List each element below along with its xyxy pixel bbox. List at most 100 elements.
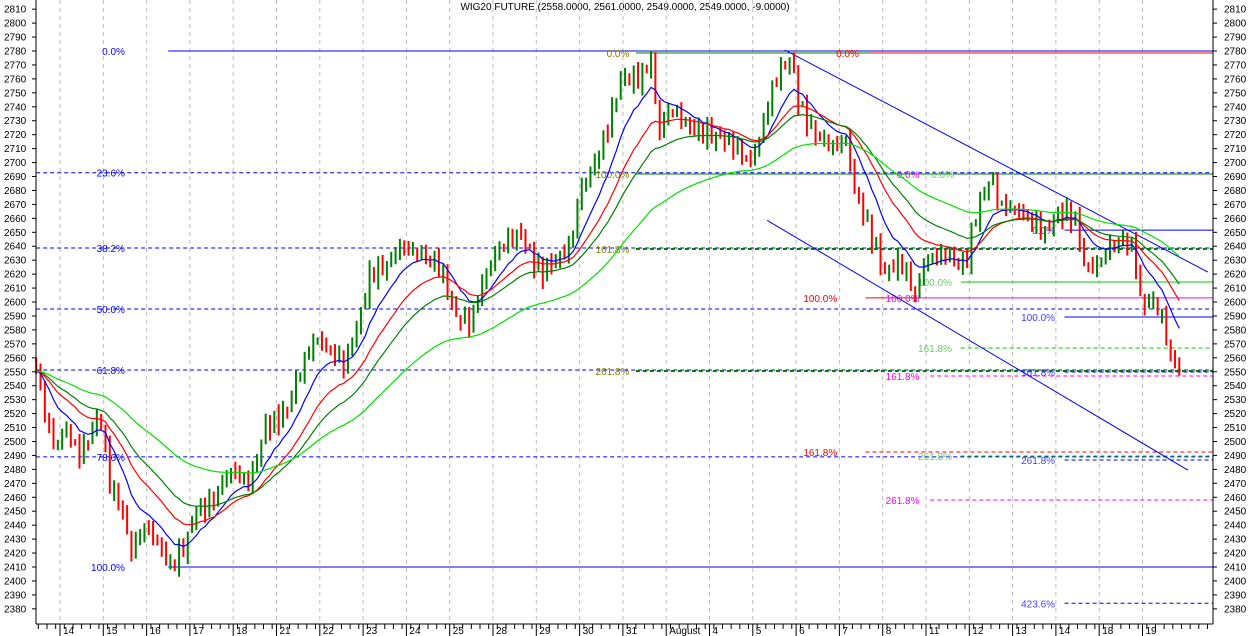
x-tick-label: 8 [886,626,892,636]
x-tick-label: 28 [496,626,508,636]
y-tick-label-left: 2400 [4,576,27,587]
x-tick-label: 14 [63,626,75,636]
y-tick-label-right: 2450 [1224,507,1247,518]
grid [59,0,1143,624]
y-tick-label-left: 2690 [4,172,27,183]
y-tick-label-left: 2730 [4,116,27,127]
y-tick-label-right: 2610 [1224,284,1247,295]
y-tick-label-right: 2780 [1224,47,1247,58]
y-tick-label-right: 2510 [1224,423,1247,434]
y-tick-label-left: 2490 [4,451,27,462]
y-tick-label-right: 2710 [1224,144,1247,155]
y-tick-label-left: 2470 [4,479,27,490]
y-tick-label-right: 2410 [1224,563,1247,574]
y-tick-label-right: 2570 [1224,339,1247,350]
price-chart: WIG20 FUTURE (2558.0000, 2561.0000, 2549… [4,0,1247,636]
ma-long-line [36,142,1180,474]
fib-lightgreen-level-label: 161.8% [918,344,952,355]
x-tick-label: 22 [323,626,335,636]
y-tick-label-left: 2430 [4,535,27,546]
y-tick-label-left: 2480 [4,465,27,476]
x-tick-label: August [669,626,700,636]
y-tick-label-right: 2660 [1224,214,1247,225]
y-tick-label-right: 2760 [1224,74,1247,85]
fib-blue-main-level-label: 38.2% [97,244,125,255]
x-tick-label: 6 [799,626,805,636]
x-tick-label: 16 [150,626,162,636]
fib-blue-right-level-label: 161.8% [1021,368,1055,379]
y-tick-label-right: 2750 [1224,88,1247,99]
channel-lower [766,219,1189,471]
y-tick-label-right: 2590 [1224,311,1247,322]
fib-blue-main-level-label: 0.0% [102,47,125,58]
y-tick-label-left: 2750 [4,88,27,99]
fib-magenta-level-label: 261.8% [886,496,920,507]
y-tick-label-right: 2630 [1224,256,1247,267]
y-tick-label-right: 2540 [1224,381,1247,392]
y-tick-label-left: 2590 [4,311,27,322]
y-tick-label-right: 2500 [1224,437,1247,448]
fib-blue-right-level-label: 261.8% [1021,456,1055,467]
fib-blue-right-level-label: 423.6% [1021,599,1055,610]
price-bars [35,50,1181,577]
y-tick-label-left: 2450 [4,507,27,518]
y-tick-label-left: 2630 [4,256,27,267]
y-tick-label-left: 2510 [4,423,27,434]
y-tick-label-right: 2800 [1224,19,1247,30]
x-tick-label: 24 [409,626,421,636]
y-tick-label-right: 2770 [1224,60,1247,71]
y-tick-label-right: 2430 [1224,535,1247,546]
y-tick-label-left: 2540 [4,381,27,392]
channel-upper [784,49,1209,273]
chart-title: WIG20 FUTURE (2558.0000, 2561.0000, 2549… [460,2,789,13]
fib-red-level-label: 100.0% [803,294,837,305]
y-tick-label-right: 2560 [1224,353,1247,364]
x-tick-label: 7 [842,626,848,636]
fib-blue-main-level-label: 78.6% [97,453,125,464]
y-tick-label-left: 2600 [4,298,27,309]
y-tick-label-left: 2700 [4,158,27,169]
y-tick-label-right: 2680 [1224,186,1247,197]
y-tick-label-left: 2790 [4,33,27,44]
y-tick-label-right: 2740 [1224,102,1247,113]
fib-blue-main-level-label: 50.0% [97,305,125,316]
y-tick-label-left: 2720 [4,130,27,141]
fib-red-level-label: 161.8% [803,448,837,459]
x-tick-label: 12 [972,626,984,636]
y-tick-label-right: 2650 [1224,228,1247,239]
fib-darkgreen-level-label: 261.8% [595,367,629,378]
y-tick-label-left: 2660 [4,214,27,225]
x-tick-label: 30 [583,626,595,636]
fib-blue-main-level-label: 23.6% [97,169,125,180]
y-tick-label-right: 2600 [1224,298,1247,309]
y-tick-label-right: 2440 [1224,521,1247,532]
y-tick-label-left: 2710 [4,144,27,155]
y-tick-label-right: 2380 [1224,604,1247,615]
y-tick-label-left: 2570 [4,339,27,350]
x-tick-label: 15 [106,626,118,636]
y-tick-label-right: 2420 [1224,549,1247,560]
y-tick-label-left: 2760 [4,74,27,85]
y-tick-label-left: 2640 [4,242,27,253]
y-tick-label-left: 2810 [4,5,27,16]
y-tick-label-left: 2670 [4,200,27,211]
y-tick-label-left: 2440 [4,521,27,532]
x-tick-label: 13 [1016,626,1028,636]
y-tick-label-right: 2400 [1224,576,1247,587]
x-tick-label: 18 [1102,626,1114,636]
fib-blue-main-level-label: 61.8% [97,366,125,377]
y-tick-label-right: 2720 [1224,130,1247,141]
y-tick-label-right: 2580 [1224,325,1247,336]
x-tick-label: 18 [236,626,248,636]
y-tick-label-left: 2800 [4,19,27,30]
x-tick-label: 29 [539,626,551,636]
x-tick-label: 25 [453,626,465,636]
y-tick-label-left: 2460 [4,493,27,504]
fib-blue-right-level-label: 100.0% [1021,313,1055,324]
ma-medium-line [36,105,1180,526]
y-tick-label-right: 2790 [1224,33,1247,44]
y-tick-label-right: 2520 [1224,409,1247,420]
y-tick-label-right: 2670 [1224,200,1247,211]
y-tick-label-right: 2690 [1224,172,1247,183]
fib-magenta-level-label: 161.8% [886,372,920,383]
